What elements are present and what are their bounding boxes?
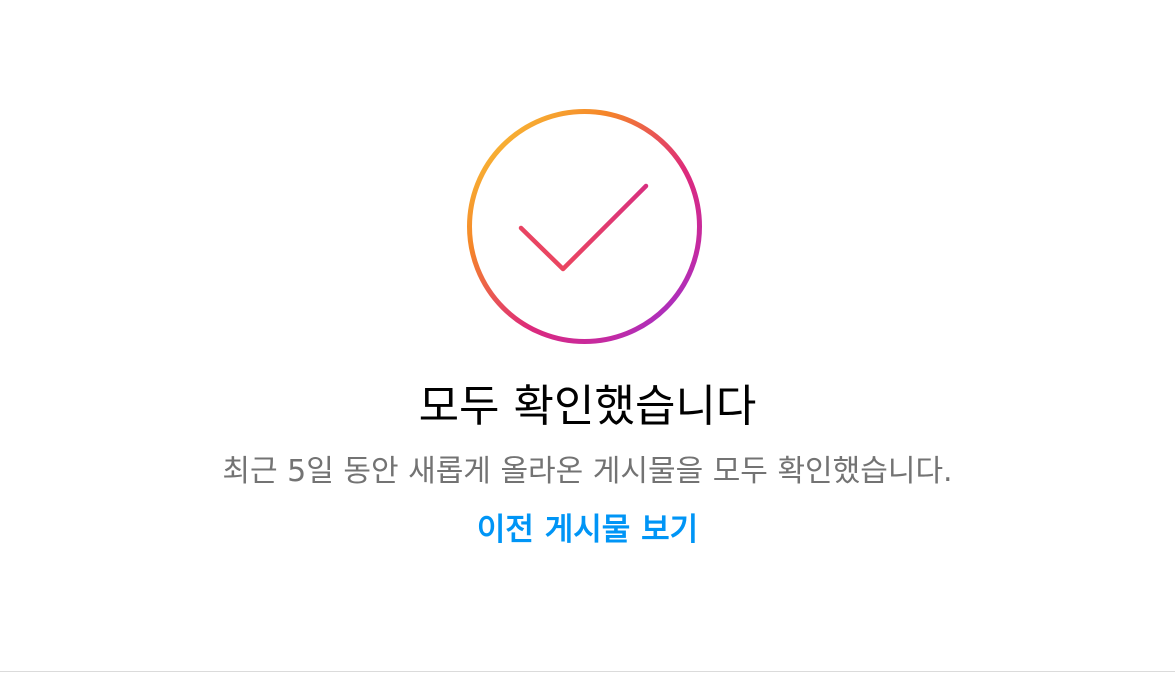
caught-up-title: 모두 확인했습니다: [418, 381, 757, 432]
caught-up-panel: 모두 확인했습니다 최근 5일 동안 새롭게 올라온 게시물을 모두 확인했습니…: [0, 0, 1175, 672]
caught-up-subtitle: 최근 5일 동안 새롭게 올라온 게시물을 모두 확인했습니다.: [222, 454, 953, 489]
divider: [0, 671, 1175, 672]
ring-shape: [467, 109, 702, 344]
checkmark-shape: [518, 183, 649, 272]
checkmark-gradient-circle-icon: [467, 109, 702, 344]
view-older-posts-link[interactable]: 이전 게시물 보기: [477, 508, 698, 552]
